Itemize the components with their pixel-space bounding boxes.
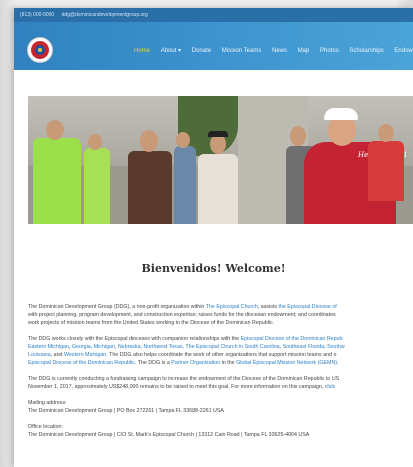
intro-paragraph: The Dominican Development Group (DDG), a… xyxy=(28,304,337,326)
page-content: The Dominican Development Group (DDG), a… xyxy=(28,303,408,447)
nav-item-endow[interactable]: Endow xyxy=(394,48,412,54)
nav-item-home[interactable]: Home xyxy=(134,48,150,54)
link-western-michigan[interactable]: Western Michigan xyxy=(64,352,106,358)
link-campaign-click[interactable]: click xyxy=(325,384,335,390)
cap-icon xyxy=(324,108,358,120)
nav-item-donate[interactable]: Donate xyxy=(192,48,211,54)
link-eastern-michigan[interactable]: Eastern Michigan xyxy=(28,344,69,350)
link-diocese-dr[interactable]: Episcopal Diocese of the Dominican Repub xyxy=(241,336,343,342)
partners-paragraph: The DDG works closely with the Episcopal… xyxy=(28,336,345,366)
nav-item-scholarships[interactable]: Scholarships xyxy=(349,48,383,54)
browser-page: (813) 000-0000 ddg@dominicandevelopmentg… xyxy=(14,8,413,467)
phone-text: (813) 000-0000 xyxy=(20,12,55,18)
link-south-carolina[interactable]: The Episcopal Church in South Carolina xyxy=(185,344,279,350)
mailing-address: Mailing address: The Dominican Developmen… xyxy=(28,400,224,414)
link-southwest[interactable]: Southw xyxy=(327,344,345,350)
nav-item-news[interactable]: News xyxy=(272,48,287,54)
person-figure xyxy=(174,146,196,224)
contact-bar: (813) 000-0000 ddg@dominicandevelopmentg… xyxy=(14,8,413,22)
person-figure xyxy=(128,151,172,224)
person-figure xyxy=(198,154,238,224)
link-georgia[interactable]: Georgia xyxy=(72,344,91,350)
person-figure xyxy=(84,148,110,224)
person-figure xyxy=(33,138,81,224)
nav-item-mission-teams[interactable]: Mission Teams xyxy=(222,48,262,54)
link-southeast-florida[interactable]: Southeast Florida xyxy=(283,344,325,350)
nav-item-photos[interactable]: Photos xyxy=(320,48,339,54)
email-text[interactable]: ddg@dominicandevelopmentgroup.org xyxy=(62,12,148,18)
cap-icon xyxy=(208,131,228,137)
person-figure xyxy=(368,141,404,201)
link-nebraska[interactable]: Nebraska xyxy=(118,344,141,350)
main-header: Home About ▾ Donate Mission Teams News M… xyxy=(14,22,413,70)
nav-item-map[interactable]: Map xyxy=(298,48,310,54)
hero-photo: Hebrews 12:1 xyxy=(28,96,413,224)
link-episcopal-church[interactable]: The Episcopal Church xyxy=(206,304,258,310)
link-louisiana[interactable]: Louisiana xyxy=(28,352,51,358)
link-gemn[interactable]: Global Episcopal Mission Network (GEMN) xyxy=(236,360,337,366)
link-diocese[interactable]: the Episcopal Diocese of xyxy=(278,304,336,310)
site-logo[interactable] xyxy=(28,38,52,62)
page-title: Bienvenidos! Welcome! xyxy=(141,262,286,275)
link-northwest-texas[interactable]: Northwest Texas xyxy=(143,344,182,350)
link-partner-organization[interactable]: Partner Organization xyxy=(171,360,220,366)
link-episcopal-diocese-dr[interactable]: Episcopal Diocese of the Dominican Repub… xyxy=(28,360,135,366)
office-location: Office location: The Dominican Developmen… xyxy=(28,424,310,438)
main-nav: Home About ▾ Donate Mission Teams News M… xyxy=(134,47,413,54)
link-michigan[interactable]: Michigan xyxy=(94,344,115,350)
nav-item-about[interactable]: About ▾ xyxy=(161,47,181,54)
campaign-paragraph: The DDG is currently conducting a fundra… xyxy=(28,376,340,390)
